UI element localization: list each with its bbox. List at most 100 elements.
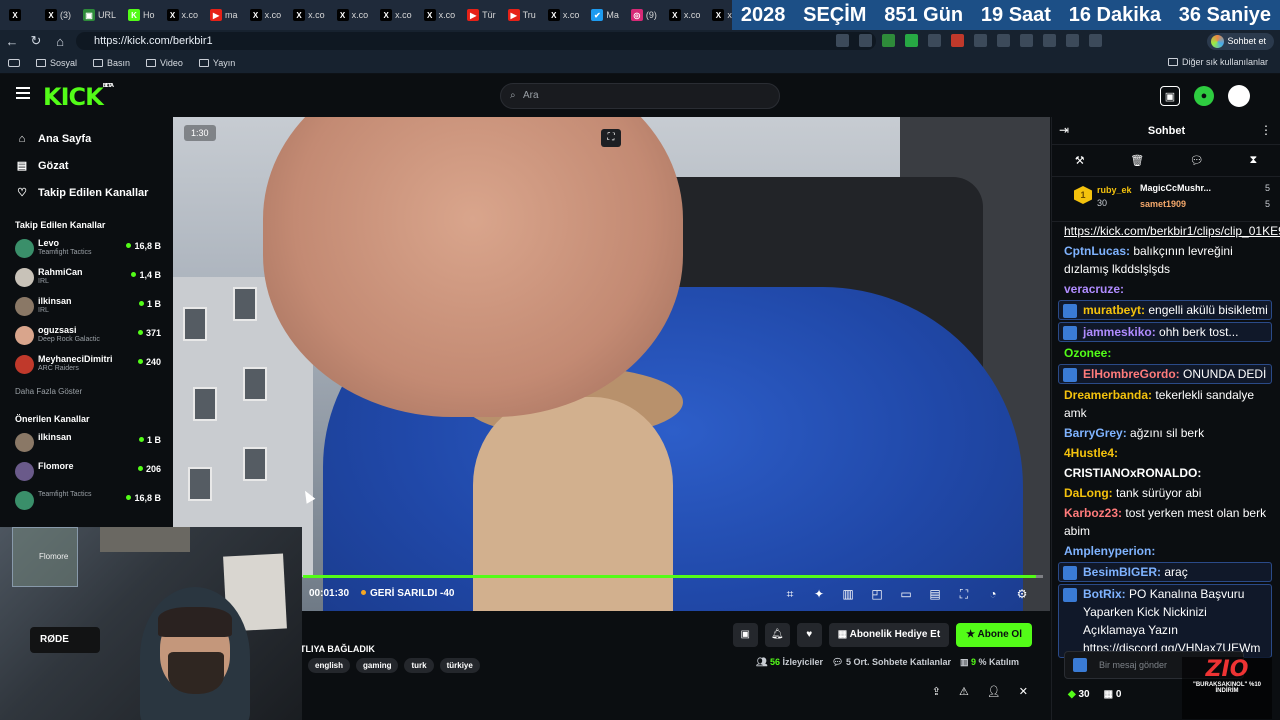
extension-icon[interactable] [882, 34, 895, 47]
report-icon[interactable]: ⚠ [959, 685, 969, 698]
nav-browse[interactable]: ▤ Gözat [0, 152, 172, 179]
browser-tab[interactable]: Xx.co [419, 3, 461, 27]
stream-tag[interactable]: gaming [356, 658, 399, 673]
stream-tag[interactable]: türkiye [439, 658, 480, 673]
chat-username[interactable]: muratbeyt: [1083, 303, 1145, 317]
chat-username[interactable]: DaLong: [1064, 486, 1113, 500]
channel-item[interactable]: Levo Teamfight Tactics 16,8 B [0, 236, 172, 265]
stream-tag[interactable]: english [308, 658, 351, 673]
hammer-icon[interactable]: ⚒ [1075, 154, 1085, 167]
show-more-link[interactable]: Daha Fazla Göster [0, 387, 172, 396]
browser-tab[interactable]: ▶ ma [205, 3, 243, 27]
browser-tab[interactable]: Xx.co [288, 3, 330, 27]
copilot-chat-button[interactable]: Sohbet et [1207, 33, 1274, 50]
gift-sub-button[interactable]: ▦ Abonelik Hediye Et [828, 623, 950, 647]
browser-tab[interactable]: K Ho [123, 3, 160, 27]
back-icon[interactable]: ← [0, 34, 24, 49]
browser-tab[interactable]: ▶ Tür [462, 3, 501, 27]
nav-following[interactable]: ♡ Takip Edilen Kanallar [0, 179, 172, 206]
subscribe-button[interactable]: ★ Abone Ol [956, 623, 1032, 647]
follow-heart-icon[interactable]: ♥ [796, 623, 822, 647]
channel-item[interactable]: oguzsasi Deep Rock Galactic 371 [0, 323, 172, 352]
user-avatar[interactable] [1228, 85, 1250, 107]
chat-username[interactable]: Amplenyperion: [1064, 544, 1155, 558]
share-icon[interactable]: ⇪ [932, 685, 941, 698]
theater-icon[interactable]: ▭ [898, 586, 914, 602]
browser-tab[interactable]: Xx.co [375, 3, 417, 27]
bookmark-yayin[interactable]: Yayın [198, 58, 235, 68]
channel-points[interactable]: ◆ 30 [1068, 689, 1090, 700]
home-icon[interactable]: ⌂ [48, 34, 72, 49]
mute-icon[interactable]: ✕ [1019, 685, 1028, 698]
channel-item[interactable]: MeyhaneciDimitri ARC Raiders 240 [0, 352, 172, 381]
stats-icon[interactable]: ▥ [840, 586, 856, 602]
browser-tab[interactable]: Xx.co [162, 3, 204, 27]
crop-icon[interactable]: ⌗ [782, 586, 798, 602]
chat-username[interactable]: Dreamerbanda: [1064, 388, 1152, 402]
chat-icon[interactable]: 💬︎ [1190, 154, 1204, 167]
nav-home[interactable]: ⌂ Ana Sayfa [0, 125, 172, 152]
channel-item[interactable]: RahmiCan IRL 1,4 B [0, 265, 172, 294]
bell-icon[interactable]: 🔔︎ [764, 623, 790, 647]
bookmark-video[interactable]: Video [146, 58, 183, 68]
other-bookmarks[interactable]: Diğer sık kullanılanlar [1167, 57, 1268, 67]
speed-icon[interactable]: ◔ [985, 586, 1001, 602]
fullscreen-icon[interactable]: ⛶ [956, 586, 972, 602]
extension-icon[interactable] [859, 34, 872, 47]
url-field[interactable]: https://kick.com/berkbir1 [76, 32, 876, 50]
captions-icon[interactable]: ▤ [927, 586, 943, 602]
settings-icon[interactable]: ⚙ [1014, 586, 1030, 602]
kick-status-icon[interactable]: ● [1194, 86, 1214, 106]
reload-icon[interactable]: ↻ [24, 33, 48, 49]
menu-icon[interactable] [16, 87, 30, 101]
extension-icon[interactable] [1043, 34, 1056, 47]
browser-tab[interactable]: Xx.co [245, 3, 287, 27]
video-player[interactable]: 1:30 ⛶ 00:01:30 GERİ SARILDI -40 ⌗ ✦ ▥ ◰… [173, 117, 1050, 611]
browser-tab[interactable]: ▶ Tru [503, 3, 541, 27]
bookmark-sosyal[interactable]: Sosyal [36, 58, 77, 68]
browser-tab[interactable]: ◎ (9) [626, 3, 662, 27]
chat-username[interactable]: Ozonee: [1064, 346, 1111, 360]
chat-username[interactable]: BotRix: [1083, 587, 1126, 601]
chat-username[interactable]: CRISTIANOxRONALDO: [1064, 466, 1201, 480]
browser-tab[interactable]: Xx.co [332, 3, 374, 27]
chat-username[interactable]: veracruze: [1064, 282, 1124, 296]
extension-icon[interactable] [997, 34, 1010, 47]
browser-tab[interactable]: ✔ Ma [586, 3, 624, 27]
reading-list-icon[interactable] [8, 58, 20, 67]
browser-tab[interactable]: X [4, 3, 38, 27]
chat-username[interactable]: CptnLucas: [1064, 244, 1130, 258]
chat-username[interactable]: ElHombreGordo: [1083, 367, 1180, 381]
more-options-icon[interactable]: ⋮ [1260, 123, 1272, 137]
extension-icon[interactable] [974, 34, 987, 47]
user-icon[interactable]: 👤︎ [987, 685, 1001, 698]
hourglass-icon[interactable]: ⧗ [1249, 154, 1257, 167]
channel-item[interactable]: ilkinsan 1 B [0, 430, 172, 459]
browser-tab[interactable]: Xx.co [543, 3, 585, 27]
channel-item[interactable]: ilkinsan IRL 1 B [0, 294, 172, 323]
chat-username[interactable]: BesimBIGER: [1083, 565, 1161, 579]
channel-item[interactable]: Flomore 206 [0, 459, 172, 488]
video-progress-bar[interactable] [303, 575, 1043, 578]
search-input[interactable]: ⌕ Ara [500, 83, 780, 109]
stream-tag[interactable]: turk [404, 658, 434, 673]
browser-tab[interactable]: ▣ URL [78, 3, 121, 27]
extension-icon[interactable] [836, 34, 849, 47]
trash-icon[interactable]: 🗑︎ [1130, 154, 1144, 167]
chat-link[interactable]: https://kick.com/berkbir1/clips/clip_01K… [1064, 224, 1280, 238]
sparkle-icon[interactable]: ✦ [811, 586, 827, 602]
extension-icon[interactable] [1089, 34, 1102, 47]
gift-count[interactable]: ▦ 0 [1104, 689, 1122, 700]
browser-tab[interactable]: X (3) [40, 3, 76, 27]
chat-username[interactable]: jammeskiko: [1083, 325, 1156, 339]
extension-icon[interactable] [1066, 34, 1079, 47]
extension-icon[interactable] [951, 34, 964, 47]
channel-item[interactable]: Teamfight Tactics 16,8 B [0, 488, 172, 517]
browser-tab[interactable]: Xx.co [664, 3, 706, 27]
chat-username[interactable]: Karboz23: [1064, 506, 1122, 520]
star-icon[interactable] [1020, 34, 1033, 47]
bookmark-basin[interactable]: Basın [93, 58, 130, 68]
kick-logo[interactable]: KICKBETA [43, 83, 114, 111]
picture-in-picture-icon[interactable]: ◰ [869, 586, 885, 602]
clip-icon[interactable]: ▣ [732, 623, 758, 647]
